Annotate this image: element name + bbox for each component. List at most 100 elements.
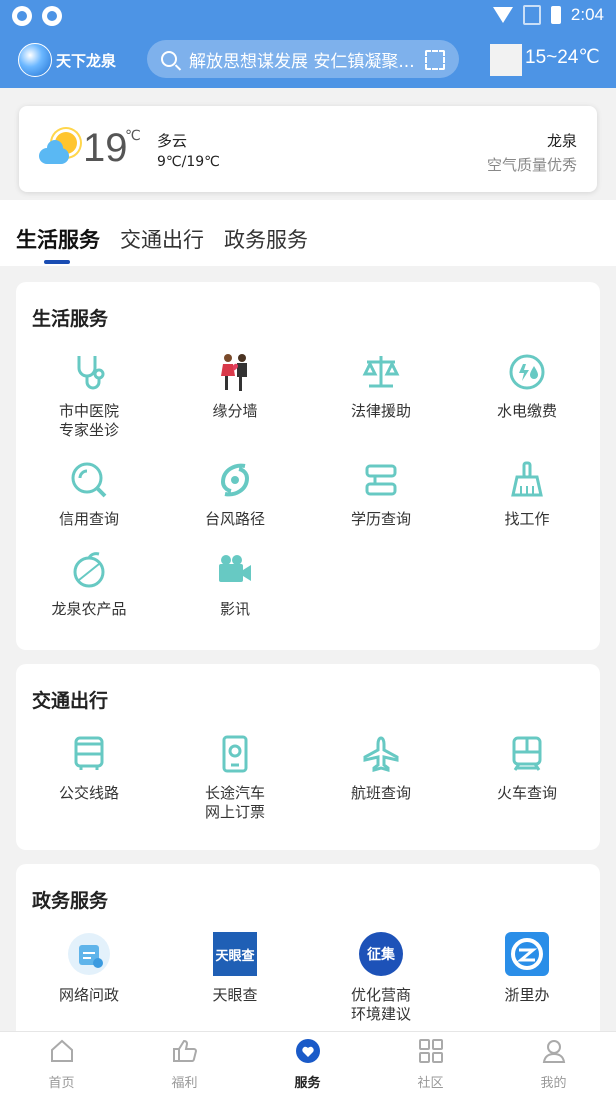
nav-label: 社区 [417, 1076, 444, 1091]
service-label: 网络问政 [58, 986, 119, 1004]
train-icon [507, 734, 547, 774]
app-notification-icon [42, 6, 62, 26]
credit-search-icon [69, 460, 109, 500]
fruit-icon [69, 550, 109, 590]
service-label: 找工作 [504, 510, 550, 528]
service-item[interactable]: 航班查询 [308, 734, 454, 803]
profile-icon [541, 1038, 567, 1064]
service-item[interactable]: 学历查询 [308, 460, 454, 529]
nav-welfare[interactable]: 福利 [123, 1038, 246, 1091]
section-title: 交通出行 [32, 690, 109, 712]
service-label: 法律援助 [350, 402, 411, 420]
service-label: 台风路径 [204, 510, 265, 528]
tab-gov-services[interactable]: 政务服务 [224, 224, 308, 254]
typhoon-icon [215, 460, 255, 500]
weather-card[interactable]: 19 ℃ 多云 9℃/19℃ 龙泉 空气质量优秀 [19, 106, 597, 192]
category-tabs: 生活服务 交通出行 政务服务 [0, 200, 616, 266]
battery-icon [550, 6, 561, 24]
service-item[interactable]: 信用查询 [16, 460, 162, 529]
service-label: 优化营商 环境建议 [350, 986, 411, 1023]
service-item[interactable]: 法律援助 [308, 352, 454, 421]
inquiry-icon [67, 932, 111, 976]
service-item[interactable]: 征集 优化营商 环境建议 [308, 932, 454, 1024]
app-header: 天下龙泉 解放思想谋发展 安仁镇凝聚... 15~24℃ [0, 32, 616, 88]
section-title: 生活服务 [32, 308, 109, 330]
nav-label: 服务 [294, 1076, 321, 1091]
tab-life-services[interactable]: 生活服务 [16, 224, 100, 264]
service-item[interactable]: 浙里办 [454, 932, 600, 1005]
scale-icon [361, 352, 401, 392]
camera-icon [215, 550, 255, 590]
service-item[interactable]: 市中医院 专家坐诊 [16, 352, 162, 440]
logo-text: 天下龙泉 [56, 51, 117, 70]
utility-icon [507, 352, 547, 392]
service-label: 影讯 [219, 600, 250, 618]
service-item[interactable]: 水电缴费 [454, 352, 600, 421]
service-item[interactable]: 找工作 [454, 460, 600, 529]
nav-home[interactable]: 首页 [0, 1038, 123, 1091]
nav-label: 福利 [171, 1076, 198, 1091]
plane-icon [361, 734, 401, 774]
ticket-phone-icon [215, 734, 255, 774]
logo-badge-text: 征集 [367, 947, 395, 963]
service-label: 水电缴费 [496, 402, 557, 420]
app-logo[interactable]: 天下龙泉 [18, 42, 128, 78]
wifi-icon [492, 7, 513, 23]
service-item[interactable]: 公交线路 [16, 734, 162, 803]
zheliban-logo [505, 932, 549, 976]
weather-chip-icon[interactable] [490, 44, 522, 76]
life-services-section: 生活服务 市中医院 专家坐诊 缘分墙 法律援助 水电缴费 信用查询 台风路径 学… [16, 282, 600, 650]
section-title: 政务服务 [32, 890, 109, 912]
partly-cloudy-icon [39, 132, 77, 164]
no-sim-icon [522, 5, 541, 25]
grid-icon [418, 1038, 444, 1064]
service-label: 火车查询 [496, 784, 557, 802]
stethoscope-icon [69, 352, 109, 392]
air-quality: 空气质量优秀 [486, 156, 577, 174]
search-icon [161, 51, 177, 67]
nav-label: 我的 [540, 1076, 567, 1091]
service-label: 航班查询 [350, 784, 411, 802]
nav-community[interactable]: 社区 [369, 1038, 492, 1091]
heart-service-icon [295, 1038, 321, 1064]
service-item[interactable]: 缘分墙 [162, 352, 308, 421]
service-item[interactable]: 长途汽车 网上订票 [162, 734, 308, 822]
service-label: 天眼查 [212, 986, 258, 1004]
service-item[interactable]: 龙泉农产品 [16, 550, 162, 619]
weather-desc: 多云 [157, 132, 188, 150]
service-label: 龙泉农产品 [51, 600, 127, 618]
app-notification-icon [12, 6, 32, 26]
service-item[interactable]: 影讯 [162, 550, 308, 619]
broom-icon [507, 460, 547, 500]
nav-mine[interactable]: 我的 [492, 1038, 615, 1091]
globe-logo-icon [18, 43, 52, 77]
service-label: 信用查询 [58, 510, 119, 528]
service-label: 公交线路 [58, 784, 119, 802]
tianyancha-logo: 天眼查 [213, 932, 257, 976]
search-bar[interactable]: 解放思想谋发展 安仁镇凝聚... [147, 40, 459, 78]
nav-services[interactable]: 服务 [246, 1038, 369, 1091]
weather-range: 9℃/19℃ [157, 154, 220, 170]
service-item[interactable]: 网络问政 [16, 932, 162, 1005]
couple-icon [215, 352, 255, 392]
home-icon [49, 1038, 75, 1064]
collect-icon: 征集 [359, 932, 403, 976]
gov-services-section: 政务服务 网络问政 天眼查 天眼查 征集 优化营商 环境建议 浙里办 [16, 864, 600, 1054]
temp-unit: ℃ [125, 128, 141, 144]
service-item[interactable]: 火车查询 [454, 734, 600, 803]
status-bar: 2:04 [0, 0, 616, 32]
scan-icon[interactable] [425, 50, 445, 70]
logo-badge-text: 天眼查 [215, 948, 255, 964]
current-temp: 19 [83, 126, 128, 170]
service-item[interactable]: 台风路径 [162, 460, 308, 529]
tab-traffic[interactable]: 交通出行 [120, 224, 204, 254]
service-item[interactable]: 天眼查 天眼查 [162, 932, 308, 1005]
header-temp-range[interactable]: 15~24℃ [525, 46, 600, 69]
thumbs-up-icon [172, 1038, 198, 1064]
education-icon [361, 460, 401, 500]
service-label: 长途汽车 网上订票 [204, 784, 265, 821]
service-label: 浙里办 [504, 986, 550, 1004]
nav-label: 首页 [48, 1076, 75, 1091]
weather-city: 龙泉 [546, 132, 577, 150]
bus-icon [69, 734, 109, 774]
